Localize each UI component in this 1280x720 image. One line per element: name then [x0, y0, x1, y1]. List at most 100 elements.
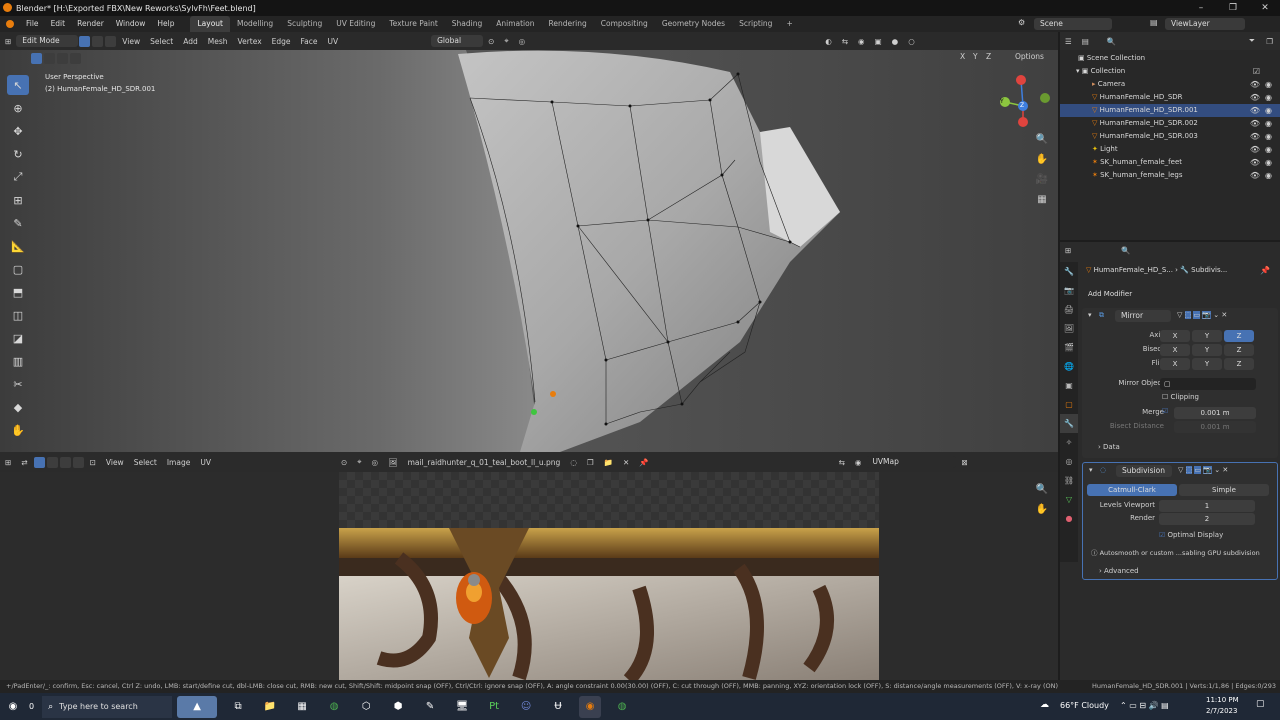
select-tool-icon[interactable]: ↖: [7, 75, 29, 95]
add-workspace-button[interactable]: +: [779, 16, 799, 32]
render-camera-icon[interactable]: ◉: [1265, 169, 1272, 182]
uv-display-channels-icon[interactable]: ⊠: [956, 458, 972, 467]
clock-time[interactable]: 11:10 PM: [1206, 696, 1239, 704]
cortana-eye-icon[interactable]: ◉: [2, 696, 24, 718]
image-unlink-icon[interactable]: ✕: [618, 458, 634, 467]
menu-help[interactable]: Help: [151, 16, 180, 32]
object-tab-icon[interactable]: ▢: [1060, 395, 1078, 414]
uv-menu-select[interactable]: Select: [129, 458, 162, 467]
axis-z-toggle[interactable]: Z: [1224, 330, 1254, 342]
close-window-button[interactable]: ✕: [1250, 0, 1280, 16]
uv-zoom-icon[interactable]: 🔍: [1034, 480, 1050, 500]
uv-sync-selection-icon[interactable]: ⇄: [16, 458, 32, 467]
uv-edge-mode-button[interactable]: [46, 456, 58, 468]
image-open-icon[interactable]: 📁: [599, 458, 618, 467]
select-intersect-mode-icon[interactable]: [70, 52, 81, 64]
physics-tab-icon[interactable]: ◎: [1060, 452, 1078, 471]
pivot-point-icon[interactable]: ⊙: [483, 37, 499, 46]
editor-type-button[interactable]: ⊞: [0, 37, 16, 46]
menu-mesh[interactable]: Mesh: [203, 37, 233, 46]
overlay-toggle-icon[interactable]: ◉: [853, 37, 870, 46]
extrude-tool-icon[interactable]: ⬒: [7, 282, 29, 302]
menu-edit[interactable]: Edit: [45, 16, 72, 32]
workspace-tab-compositing[interactable]: Compositing: [594, 16, 655, 32]
uv-sticky-selection-icon[interactable]: ⊡: [85, 458, 101, 467]
bisect-x-toggle[interactable]: X: [1160, 344, 1190, 356]
merge-distance-field[interactable]: 0.001 m: [1174, 407, 1256, 419]
uv-pivot-icon[interactable]: ⊙: [336, 458, 352, 467]
outliner-filter-icon[interactable]: ⏷: [1244, 36, 1260, 46]
flip-z-toggle[interactable]: Z: [1224, 358, 1254, 370]
clipping-checkbox-icon[interactable]: ☐: [1162, 393, 1171, 401]
merge-checkbox-icon[interactable]: ☑: [1162, 407, 1168, 415]
uv-gizmo-icon[interactable]: ⇆: [834, 458, 850, 467]
options-dropdown[interactable]: Options: [1010, 52, 1049, 61]
proportional-edit-icon[interactable]: ◎: [514, 37, 531, 46]
3d-viewport[interactable]: ⊞ Edit Mode View Select Add Mesh Vertex …: [0, 32, 1058, 452]
uv-menu-image[interactable]: Image: [162, 458, 196, 467]
outliner-item[interactable]: ▸ Camera 👁 ◉: [1060, 78, 1280, 91]
constraints-tab-icon[interactable]: ⛓: [1060, 471, 1078, 490]
menu-window[interactable]: Window: [110, 16, 152, 32]
workspace-tab-layout[interactable]: Layout: [190, 16, 230, 32]
unity-hub-icon[interactable]: ⬡: [355, 696, 377, 718]
render-camera-icon[interactable]: ◉: [1265, 143, 1272, 156]
menu-select[interactable]: Select: [145, 37, 178, 46]
chrome-profile-icon[interactable]: ◍: [611, 696, 633, 718]
axis-y-toggle[interactable]: Y: [1192, 330, 1222, 342]
outliner-editor-type-icon[interactable]: ☰: [1060, 37, 1077, 46]
view-layer-selector[interactable]: ViewLayer: [1165, 18, 1245, 30]
menu-view[interactable]: View: [117, 37, 145, 46]
visibility-eye-icon[interactable]: 👁: [1250, 104, 1260, 117]
advanced-subpanel[interactable]: › Advanced: [1099, 567, 1139, 575]
poly-build-tool-icon[interactable]: ◆: [7, 397, 29, 417]
editmode-icon[interactable]: ▽: [1178, 466, 1183, 474]
loop-cut-tool-icon[interactable]: ▥: [7, 351, 29, 371]
spin-tool-icon[interactable]: ✋: [7, 420, 29, 440]
image-fake-user-icon[interactable]: ◌: [565, 458, 582, 467]
render-tab-icon[interactable]: 📷: [1060, 281, 1078, 300]
flip-x-toggle[interactable]: X: [1160, 358, 1190, 370]
image-new-icon[interactable]: ❐: [582, 458, 599, 467]
file-explorer-icon[interactable]: 📁: [259, 696, 281, 718]
particles-tab-icon[interactable]: ✧: [1060, 433, 1078, 452]
cage-icon[interactable]: ⬚: [1184, 311, 1192, 319]
render-camera-icon[interactable]: ◉: [1265, 130, 1272, 143]
collapse-arrow-icon[interactable]: ▾: [1089, 466, 1093, 474]
outliner-item[interactable]: ▽ HumanFemale_HD_SDR 👁 ◉: [1060, 91, 1280, 104]
modifier-tab-icon[interactable]: 🔧: [1060, 414, 1078, 433]
cage-icon[interactable]: ⬚: [1185, 466, 1193, 474]
uv-editor-type-button[interactable]: ⊞: [0, 458, 16, 467]
outliner-item[interactable]: ✦ Light 👁 ◉: [1060, 143, 1280, 156]
maximize-button[interactable]: ❐: [1218, 0, 1248, 16]
annotate-tool-icon[interactable]: ✎: [7, 213, 29, 233]
render-levels-field[interactable]: 2: [1159, 513, 1255, 525]
collection-checkbox-icon[interactable]: ☑: [1253, 65, 1260, 78]
realtime-icon[interactable]: ▭: [1193, 311, 1201, 319]
material-tab-icon[interactable]: ●: [1060, 509, 1078, 528]
xray-toggle-icon[interactable]: ▣: [870, 37, 887, 46]
outliner-item[interactable]: ▽ HumanFemale_HD_SDR.003 👁 ◉: [1060, 130, 1280, 143]
workspace-tab-texture-paint[interactable]: Texture Paint: [382, 16, 444, 32]
substance-painter-icon[interactable]: Pt: [483, 696, 505, 718]
uv-menu-uv[interactable]: UV: [195, 458, 216, 467]
workspace-tab-rendering[interactable]: Rendering: [541, 16, 593, 32]
mode-selector[interactable]: Edit Mode: [16, 35, 79, 47]
remove-modifier-icon[interactable]: ✕: [1222, 466, 1228, 474]
collection-tab-icon[interactable]: ▣: [1060, 376, 1078, 395]
render-icon[interactable]: 📷: [1202, 311, 1212, 319]
outliner-item[interactable]: ✶ SK_human_female_feet 👁 ◉: [1060, 156, 1280, 169]
properties-editor-type-icon[interactable]: ⊞: [1060, 246, 1076, 255]
menu-edge[interactable]: Edge: [267, 37, 296, 46]
realtime-icon[interactable]: ▭: [1194, 466, 1202, 474]
visibility-icon[interactable]: ◐: [820, 37, 837, 46]
gizmo-toggle-icon[interactable]: ⇆: [837, 37, 853, 46]
uv-proportional-icon[interactable]: ◎: [367, 458, 384, 467]
edge-select-mode-button[interactable]: [92, 35, 104, 47]
notification-center-icon[interactable]: ▢: [1256, 699, 1265, 709]
workspace-tab-shading[interactable]: Shading: [445, 16, 489, 32]
pin-icon[interactable]: 📌: [1260, 266, 1270, 275]
bisect-distance-field[interactable]: 0.001 m: [1174, 421, 1256, 433]
taskbar-search-box[interactable]: ⌕ Type here to search: [42, 695, 173, 718]
transform-tool-icon[interactable]: ⊞: [7, 190, 29, 210]
